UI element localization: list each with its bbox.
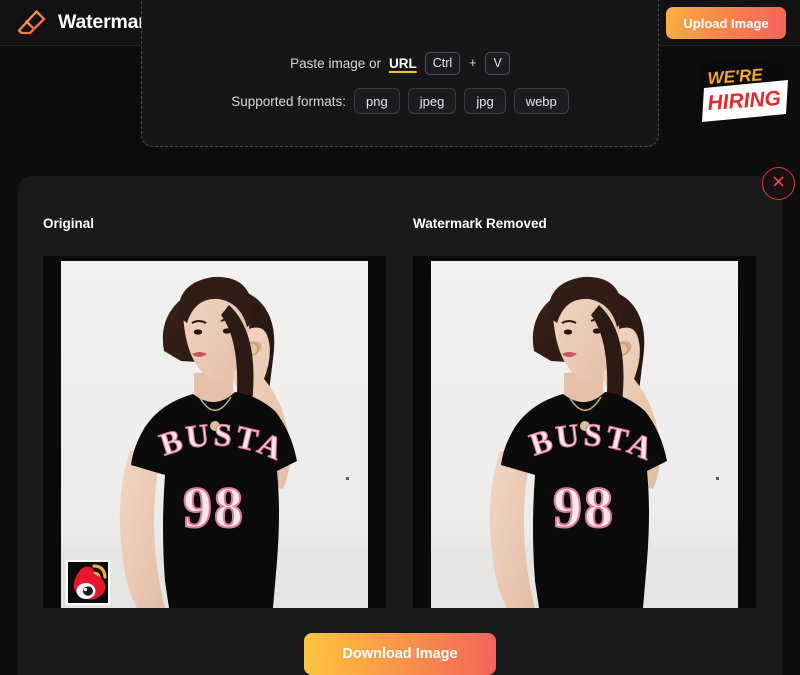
supported-formats-row: Supported formats: png jpeg jpg webp	[231, 89, 569, 113]
original-column-title: Original	[43, 216, 94, 231]
key-v: V	[485, 52, 509, 75]
were-hiring-badge[interactable]: WE'RE HIRING	[698, 58, 790, 126]
paste-url-link[interactable]: URL	[389, 56, 417, 71]
key-ctrl: Ctrl	[425, 52, 460, 75]
original-photo: BUSTA 98	[61, 261, 368, 608]
close-result-button[interactable]	[762, 167, 795, 200]
format-pill-png: png	[354, 88, 400, 114]
download-row: Download Image	[18, 633, 782, 675]
comparison-panel: Original Watermark Removed	[18, 176, 782, 675]
eraser-logo-icon	[15, 6, 49, 40]
upload-dropzone[interactable]: Paste image or URL Ctrl + V Supported fo…	[141, 0, 659, 147]
close-x-icon	[771, 174, 786, 194]
shirt-number-text: 98	[183, 475, 245, 540]
removed-image-frame[interactable]: BUSTA 98	[413, 256, 756, 608]
dropzone-hints: Paste image or URL Ctrl + V Supported fo…	[142, 51, 658, 113]
removed-column-title: Watermark Removed	[413, 216, 547, 231]
format-pill-webp: webp	[514, 88, 569, 114]
supported-formats-label: Supported formats:	[231, 94, 346, 109]
upload-image-button[interactable]: Upload Image	[666, 7, 786, 39]
format-pill-jpeg: jpeg	[408, 88, 457, 114]
key-plus: +	[468, 56, 477, 70]
original-image-frame[interactable]: BUSTA 98	[43, 256, 386, 608]
removed-photo: BUSTA 98	[431, 261, 738, 608]
paste-hint-row: Paste image or URL Ctrl + V	[290, 51, 510, 75]
comparison-titles: Original Watermark Removed	[18, 216, 782, 234]
download-image-button[interactable]: Download Image	[304, 633, 496, 675]
format-pill-jpg: jpg	[464, 88, 505, 114]
weibo-watermark-icon	[66, 560, 110, 605]
paste-hint-label: Paste image or	[290, 56, 381, 71]
hiring-line1: WE'RE	[707, 65, 764, 88]
shirt-number-text: 98	[553, 475, 615, 540]
